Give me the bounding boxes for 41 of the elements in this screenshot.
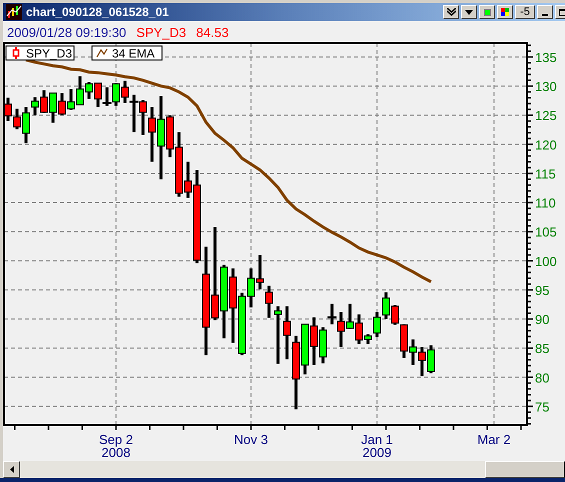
triangle-left-icon [10, 466, 14, 473]
square-icon [484, 8, 490, 16]
axis-label: Jan 1 2009 [361, 432, 393, 460]
axis-label: 75 [535, 399, 550, 414]
axis-label: 125 [535, 108, 557, 124]
axis-label: 90 [535, 312, 550, 328]
axis-label: 100 [535, 254, 557, 269]
symbol-label: SPY_D3 [136, 26, 186, 39]
axis-label: 105 [535, 224, 557, 240]
timestamp: 2009/01/28 09:19:30 [7, 26, 126, 39]
axis-label: 80 [535, 370, 550, 386]
axis-label: 115 [535, 166, 556, 182]
axis-label: 95 [535, 282, 550, 298]
scroll-left-button[interactable] [3, 461, 20, 478]
window-title: chart_090128_061528_01 [26, 4, 169, 21]
line-icon [96, 48, 108, 58]
maximize-icon [559, 8, 565, 16]
legend-label: 34 EMA [112, 46, 155, 60]
title-bar-button[interactable] [479, 5, 495, 19]
chart-app-icon [6, 4, 22, 20]
candlestick [102, 87, 112, 106]
axis-label: Sep 2 2008 [99, 432, 133, 460]
axis-label: 120 [535, 137, 557, 152]
title-bar-button[interactable] [461, 5, 477, 19]
title-bar-button[interactable]: -5 [515, 5, 535, 19]
triangle-down-icon [465, 10, 473, 14]
title-bar-button[interactable] [537, 5, 553, 19]
axis-label: Nov 3 [234, 432, 268, 447]
axis-label: 130 [535, 79, 557, 94]
legend-label: SPY_D3 [26, 46, 72, 60]
axis-label: Mar 2 [477, 432, 511, 447]
title-bar-button[interactable] [497, 5, 513, 19]
axis-label: 110 [535, 196, 556, 211]
color-grid-icon [501, 8, 509, 16]
axis-label: 135 [535, 50, 557, 65]
minimize-icon [542, 14, 548, 16]
axis-label: 85 [535, 341, 550, 356]
double-chevron-down-icon [446, 8, 456, 16]
price-label: 84.53 [196, 26, 229, 39]
title-bar-button[interactable] [443, 5, 459, 19]
scrollbar-thumb[interactable] [485, 461, 565, 478]
